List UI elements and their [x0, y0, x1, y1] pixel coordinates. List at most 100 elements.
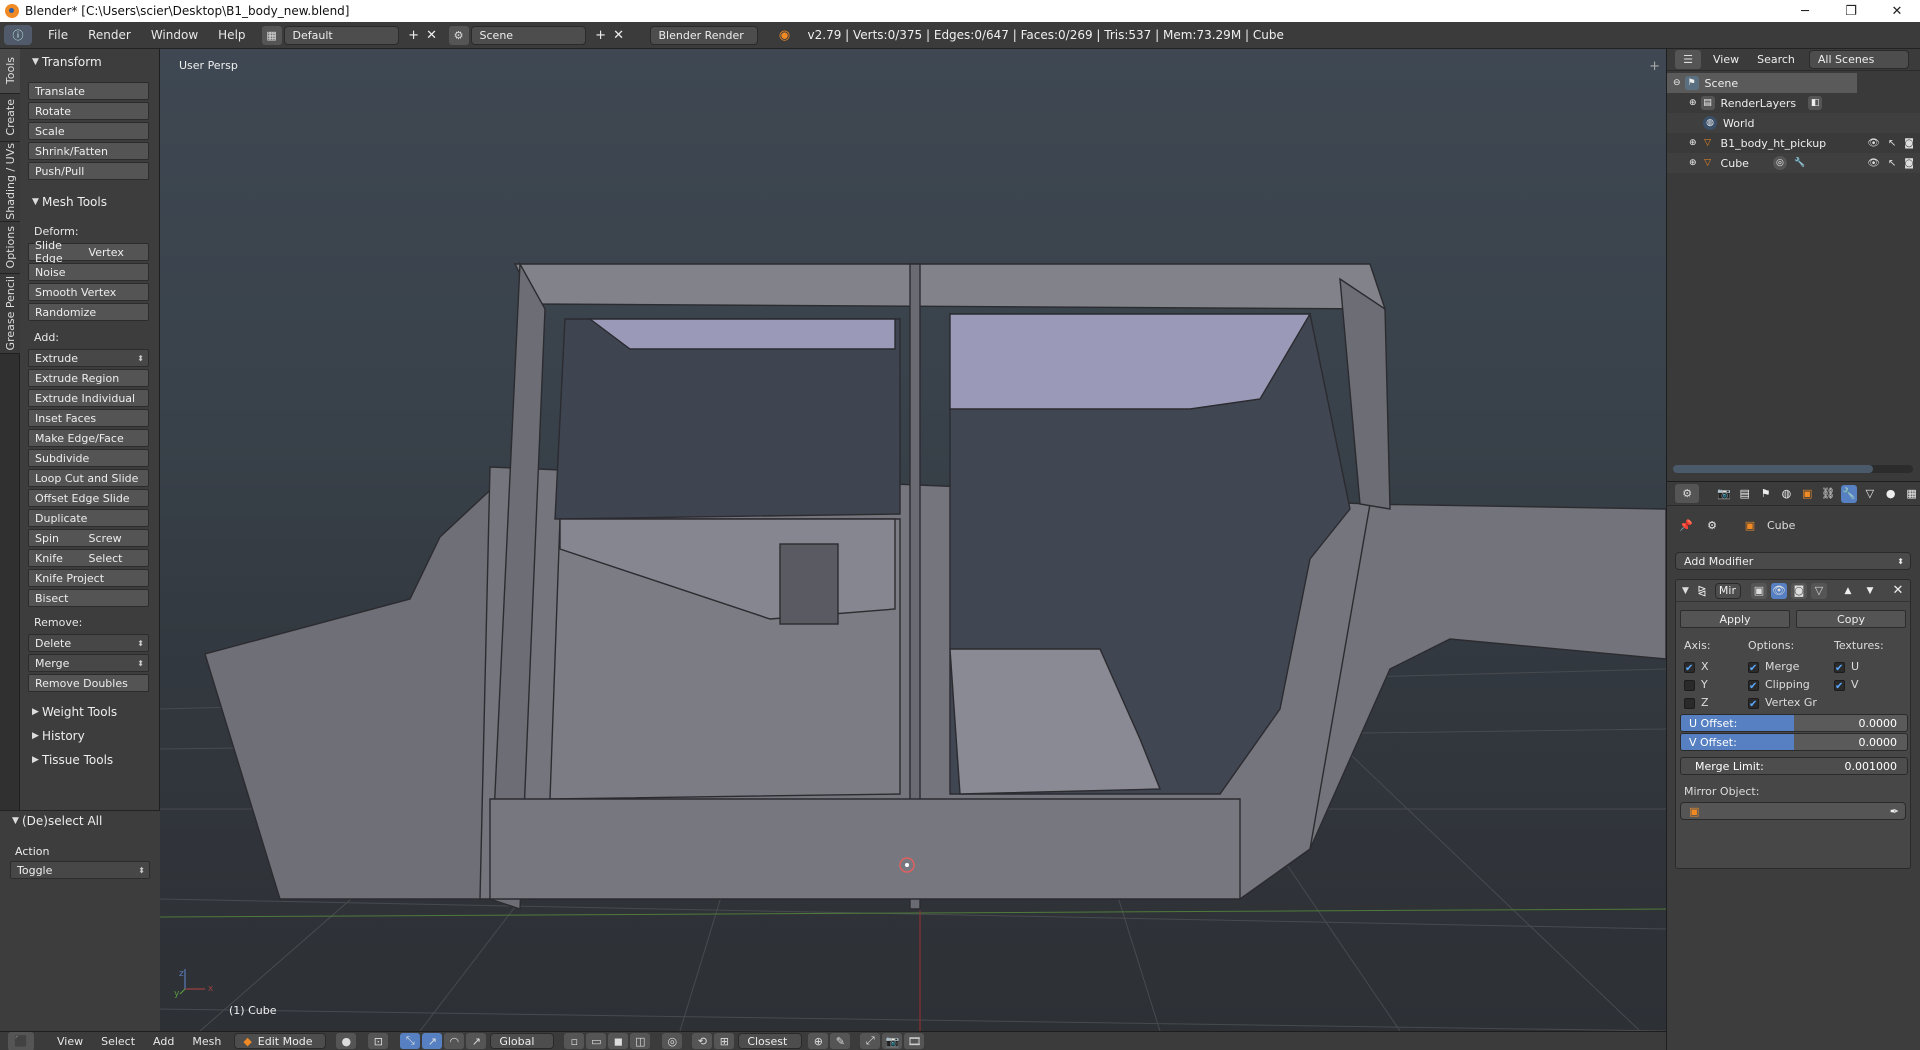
- 3d-viewport[interactable]: User Persp (1) Cube z x y +: [160, 49, 1666, 1031]
- editmode-display-icon[interactable]: ▣: [1750, 582, 1767, 599]
- scale-manipulator-icon[interactable]: ↗: [466, 1033, 487, 1049]
- menu-file[interactable]: File: [38, 28, 78, 42]
- add-scene-icon[interactable]: +: [592, 26, 610, 44]
- merge-menu-button[interactable]: Merge ⬍: [28, 654, 149, 672]
- action-select[interactable]: Toggle ⬍: [10, 861, 150, 879]
- noise-button[interactable]: Noise: [28, 263, 149, 281]
- renderable-camera-icon[interactable]: ◙: [1904, 138, 1914, 149]
- visibility-eye-icon[interactable]: 👁: [1867, 158, 1880, 169]
- outliner-item-cube[interactable]: ⊕ ▽ Cube ◎ 🔧 👁 ↖ ◙: [1667, 153, 1920, 173]
- remove-modifier-icon[interactable]: ✕: [1889, 582, 1907, 600]
- tab-create[interactable]: Create: [0, 94, 20, 142]
- randomize-button[interactable]: Randomize: [28, 303, 149, 321]
- mirror-v-checkbox[interactable]: V: [1834, 676, 1859, 696]
- snap-align-icon[interactable]: ⊕: [808, 1033, 829, 1049]
- extrude-menu-button[interactable]: Extrude ⬍: [28, 349, 149, 367]
- minimize-button[interactable]: ─: [1782, 0, 1828, 22]
- delete-scene-icon[interactable]: ✕: [610, 26, 628, 44]
- mesh-tools-panel-header[interactable]: ▼ Mesh Tools: [20, 192, 107, 212]
- opengl-render-icon[interactable]: 📷: [882, 1033, 903, 1049]
- opengl-animation-icon[interactable]: 🎞: [904, 1033, 925, 1049]
- proportional-edit-icon[interactable]: ◎: [662, 1033, 683, 1049]
- merge-limit-field[interactable]: Merge Limit: 0.001000: [1680, 757, 1908, 775]
- render-engine-select[interactable]: Blender Render: [649, 25, 758, 45]
- tab-shading-uvs[interactable]: Shading / UVs: [0, 142, 20, 222]
- weight-tools-panel-header[interactable]: ▶ Weight Tools: [20, 702, 117, 722]
- screen-layout-icon[interactable]: ▦: [261, 25, 282, 45]
- outliner-menu-search[interactable]: Search: [1757, 53, 1795, 66]
- copy-modifier-button[interactable]: Copy: [1796, 610, 1906, 628]
- move-up-icon[interactable]: ▲: [1839, 582, 1857, 600]
- delete-layout-icon[interactable]: ✕: [423, 26, 441, 44]
- outliner-scrollbar[interactable]: [1673, 465, 1913, 473]
- axis-y-checkbox[interactable]: Y: [1684, 676, 1709, 694]
- mirror-object-field[interactable]: ▣ ✒: [1680, 802, 1906, 820]
- render-display-icon[interactable]: ◙: [1790, 582, 1807, 599]
- outliner-scrollbar-thumb[interactable]: [1673, 465, 1873, 473]
- selectable-cursor-icon[interactable]: ↖: [1888, 138, 1896, 149]
- transform-panel-header[interactable]: ▼ Transform: [20, 52, 102, 72]
- extrude-region-button[interactable]: Extrude Region: [28, 369, 149, 387]
- viewport-properties-plus-icon[interactable]: +: [1649, 59, 1660, 74]
- close-window-button[interactable]: ✕: [1874, 0, 1920, 22]
- operator-panel-header[interactable]: ▼ (De)select All: [0, 811, 102, 831]
- outliner-display-filter[interactable]: All Scenes: [1808, 50, 1909, 69]
- menu-window[interactable]: Window: [141, 28, 208, 42]
- rotate-button[interactable]: Rotate: [28, 102, 149, 120]
- info-editor-type-icon[interactable]: ⓘ: [4, 25, 32, 45]
- screw-button[interactable]: Screw: [89, 532, 148, 545]
- visibility-eye-icon[interactable]: 👁: [1867, 138, 1880, 149]
- viewport-shading-icon[interactable]: ●: [336, 1033, 357, 1049]
- menu-add[interactable]: Add: [144, 1035, 183, 1048]
- history-panel-header[interactable]: ▶ History: [20, 726, 85, 746]
- apply-modifier-button[interactable]: Apply: [1680, 610, 1790, 628]
- modifiers-tab-icon[interactable]: 🔧: [1840, 484, 1858, 503]
- pin-icon[interactable]: 📌: [1677, 516, 1695, 534]
- constraints-tab-icon[interactable]: ⛓: [1820, 485, 1837, 503]
- bisect-button[interactable]: Bisect: [28, 589, 149, 607]
- texture-tab-icon[interactable]: ▦: [1903, 485, 1920, 503]
- menu-select[interactable]: Select: [92, 1035, 144, 1048]
- selectable-cursor-icon[interactable]: ↖: [1888, 158, 1896, 169]
- slide-vertex-button[interactable]: Vertex: [89, 246, 148, 259]
- scene-field[interactable]: Scene: [470, 25, 586, 45]
- duplicate-button[interactable]: Duplicate: [28, 509, 149, 527]
- world-tab-icon[interactable]: ◍: [1778, 485, 1795, 503]
- screen-layout-field[interactable]: Default: [283, 25, 399, 45]
- inset-faces-button[interactable]: Inset Faces: [28, 409, 149, 427]
- knife-button[interactable]: Knife: [29, 552, 89, 565]
- menu-view[interactable]: View: [48, 1035, 92, 1048]
- translate-button[interactable]: Translate: [28, 82, 149, 100]
- delete-menu-button[interactable]: Delete ⬍: [28, 634, 149, 652]
- move-down-icon[interactable]: ▼: [1861, 582, 1879, 600]
- make-edge-face-button[interactable]: Make Edge/Face: [28, 429, 149, 447]
- manipulator-toggle-icon[interactable]: ⤡: [400, 1033, 421, 1049]
- menu-mesh[interactable]: Mesh: [183, 1035, 230, 1048]
- render-tab-icon[interactable]: 📷: [1715, 485, 1732, 503]
- transform-orientation-select[interactable]: Global: [490, 1033, 555, 1049]
- subdivide-button[interactable]: Subdivide: [28, 449, 149, 467]
- outliner-item-scene[interactable]: ⊖ ⚑ Scene: [1667, 73, 1857, 93]
- extrude-individual-button[interactable]: Extrude Individual: [28, 389, 149, 407]
- tab-options[interactable]: Options: [0, 222, 20, 274]
- outliner-menu-view[interactable]: View: [1713, 53, 1739, 66]
- tissue-tools-panel-header[interactable]: ▶ Tissue Tools: [20, 750, 113, 770]
- cage-display-icon[interactable]: ▽: [1810, 582, 1827, 599]
- vertex-select-icon[interactable]: ▫: [564, 1033, 585, 1049]
- snap-project-icon[interactable]: ✎: [830, 1033, 851, 1049]
- shrink-fatten-button[interactable]: Shrink/Fatten: [28, 142, 149, 160]
- pivot-point-icon[interactable]: ⊡: [368, 1033, 389, 1049]
- v-offset-slider[interactable]: V Offset: 0.0000: [1680, 733, 1908, 751]
- occlude-geometry-icon[interactable]: ◫: [630, 1033, 651, 1049]
- remove-doubles-button[interactable]: Remove Doubles: [28, 674, 149, 692]
- knife-project-button[interactable]: Knife Project: [28, 569, 149, 587]
- add-modifier-select[interactable]: Add Modifier ⬍: [1675, 552, 1911, 570]
- data-tab-icon[interactable]: ▽: [1861, 485, 1878, 503]
- scale-button[interactable]: Scale: [28, 122, 149, 140]
- renderlayer-toggle-icon[interactable]: ◧: [1808, 96, 1823, 110]
- snap-toggle-icon[interactable]: ⟲: [692, 1033, 713, 1049]
- spin-button[interactable]: Spin: [29, 532, 89, 545]
- clipping-checkbox[interactable]: Clipping: [1748, 676, 1817, 696]
- vertex-groups-checkbox[interactable]: Vertex Gr: [1748, 694, 1817, 714]
- outliner-editor-type-icon[interactable]: ☰: [1675, 50, 1701, 69]
